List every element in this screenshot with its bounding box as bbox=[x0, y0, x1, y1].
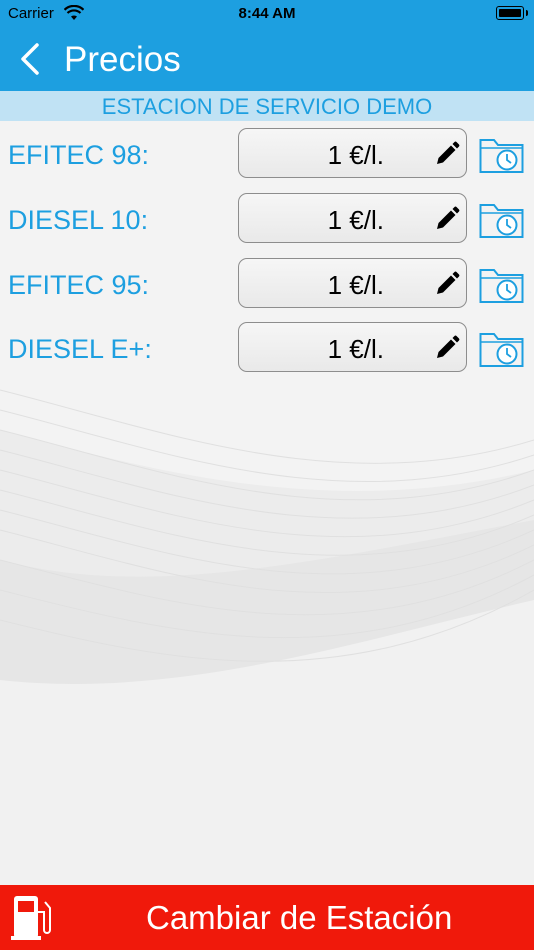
page-title: Precios bbox=[64, 40, 181, 79]
price-field[interactable]: 1 €/l. bbox=[238, 128, 467, 178]
pencil-edit-icon bbox=[437, 271, 460, 294]
price-history-folder-icon[interactable] bbox=[479, 328, 524, 368]
fuel-label: DIESEL E+: bbox=[8, 334, 152, 364]
fuel-row-efitec-98: EFITEC 98: 1 €/l. bbox=[0, 128, 534, 180]
price-value: 1 €/l. bbox=[327, 334, 384, 364]
status-bar: Carrier 8:44 AM bbox=[0, 0, 534, 28]
change-station-label: Cambiar de Estación bbox=[146, 899, 453, 936]
fuel-row-diesel-e-plus: DIESEL E+: 1 €/l. bbox=[0, 322, 534, 374]
price-value: 1 €/l. bbox=[327, 270, 384, 300]
pencil-edit-icon bbox=[437, 335, 460, 358]
price-history-folder-icon[interactable] bbox=[479, 199, 524, 239]
price-value: 1 €/l. bbox=[327, 205, 384, 235]
station-name: ESTACION DE SERVICIO DEMO bbox=[0, 91, 534, 121]
navigation-bar: Precios bbox=[0, 28, 534, 91]
price-field[interactable]: 1 €/l. bbox=[238, 322, 467, 372]
fuel-label: DIESEL 10: bbox=[8, 205, 149, 235]
price-field[interactable]: 1 €/l. bbox=[238, 193, 467, 243]
clock: 8:44 AM bbox=[238, 5, 296, 22]
price-field[interactable]: 1 €/l. bbox=[238, 258, 467, 308]
price-history-folder-icon[interactable] bbox=[479, 264, 524, 304]
fuel-label: EFITEC 98: bbox=[8, 140, 150, 170]
fuel-pump-icon bbox=[11, 896, 51, 940]
pencil-edit-icon bbox=[437, 206, 460, 229]
pencil-edit-icon bbox=[437, 141, 460, 164]
battery-icon bbox=[496, 6, 528, 20]
fuel-label: EFITEC 95: bbox=[8, 270, 150, 300]
fuel-row-efitec-95: EFITEC 95: 1 €/l. bbox=[0, 258, 534, 310]
fuel-row-diesel-10: DIESEL 10: 1 €/l. bbox=[0, 193, 534, 245]
price-value: 1 €/l. bbox=[327, 140, 384, 170]
back-chevron-icon[interactable] bbox=[18, 42, 42, 76]
price-history-folder-icon[interactable] bbox=[479, 134, 524, 174]
change-station-button[interactable]: Cambiar de Estación bbox=[0, 885, 534, 950]
